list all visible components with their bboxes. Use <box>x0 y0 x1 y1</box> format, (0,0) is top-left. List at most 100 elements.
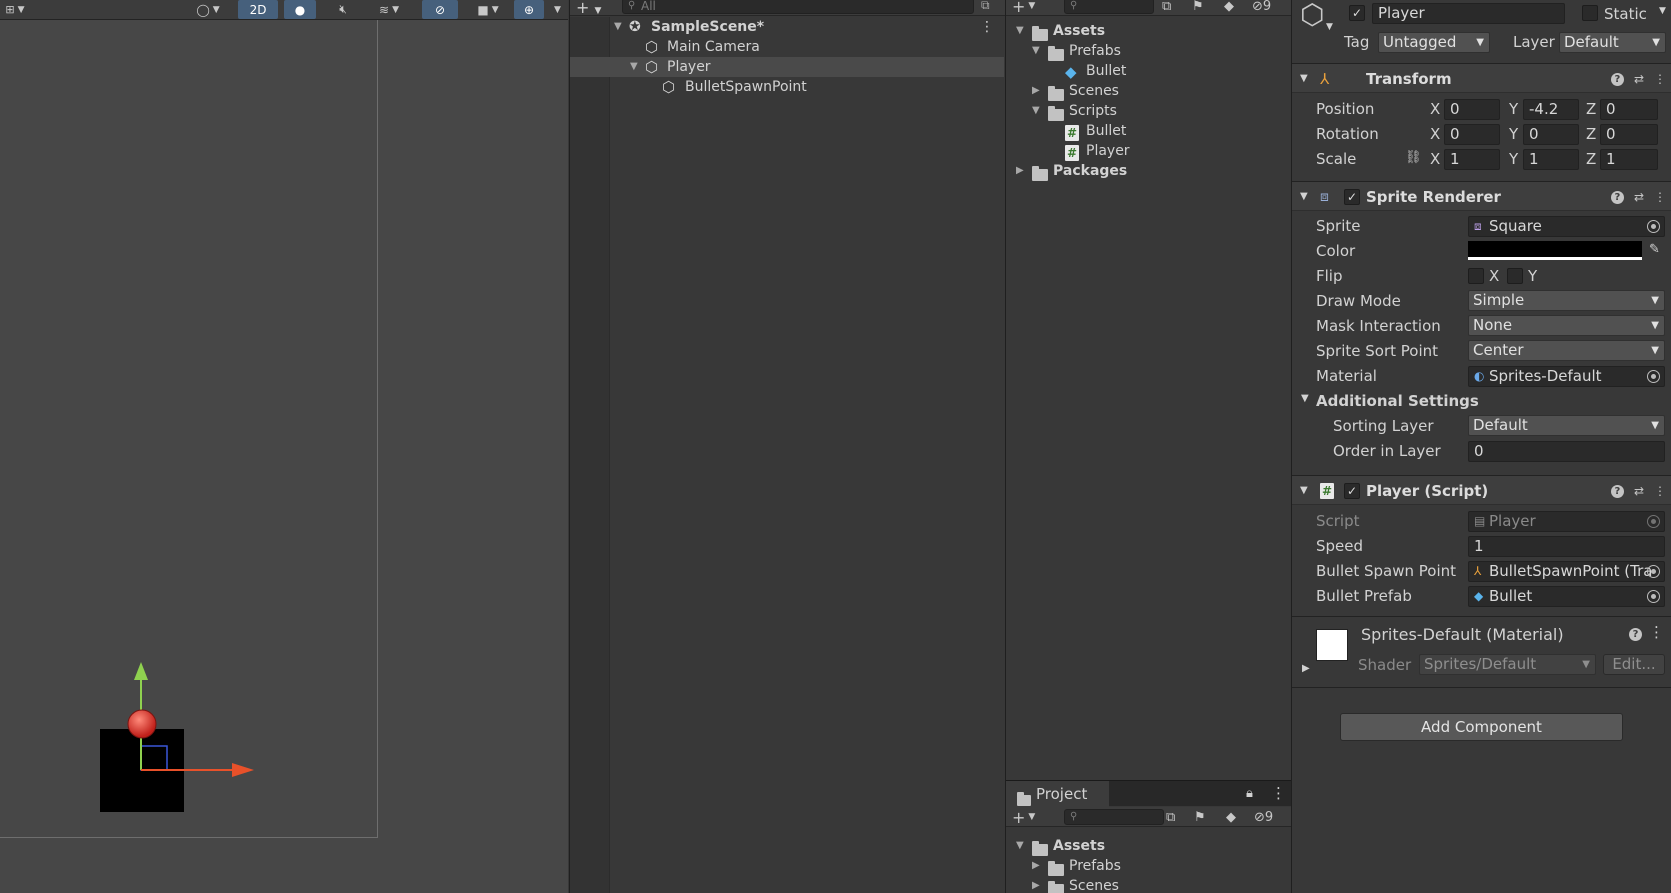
material-object-field[interactable]: ◐ Sprites-Default <box>1468 366 1665 387</box>
rotation-z-input[interactable]: 0 <box>1600 124 1658 145</box>
mask-interaction-dropdown[interactable]: None ▼ <box>1468 315 1665 336</box>
eyedropper-icon[interactable]: ✎ <box>1649 242 1660 257</box>
hierarchy-item-bulletspawnpoint[interactable]: ⬡ BulletSpawnPoint <box>570 77 1004 97</box>
edit-shader-button[interactable]: Edit... <box>1603 654 1665 675</box>
preset-icon[interactable]: ⇄ <box>1634 190 1644 204</box>
foldout-triangle-icon[interactable]: ▼ <box>1300 476 1308 506</box>
project-search-input[interactable]: ⚲ <box>1064 0 1154 14</box>
draw-mode-dropdown[interactable]: Simple ▼ <box>1468 290 1665 311</box>
project-panel-search-input[interactable]: ⚲ <box>1064 809 1164 825</box>
foldout-triangle-icon[interactable]: ▼ <box>1300 64 1308 94</box>
hierarchy-search-input[interactable]: ⚲ All <box>622 0 974 14</box>
object-picker-icon[interactable] <box>1647 370 1660 383</box>
tag-dropdown[interactable]: Untagged ▼ <box>1378 32 1490 53</box>
rotation-x-input[interactable]: 0 <box>1444 124 1500 145</box>
tag-icon[interactable]: ◆ <box>1224 0 1234 16</box>
project-item-prefabs[interactable]: ▼ Prefabs <box>1006 41 1290 61</box>
position-x-input[interactable]: 0 <box>1444 99 1500 120</box>
hierarchy-item-main-camera[interactable]: ⬡ Main Camera <box>570 37 1004 57</box>
object-name-input[interactable]: Player <box>1372 3 1565 24</box>
help-icon[interactable]: ? <box>1610 484 1624 498</box>
expand-triangle-icon[interactable]: ▶ <box>1016 161 1024 181</box>
tab-project[interactable]: Project <box>1006 781 1109 807</box>
order-in-layer-input[interactable]: 0 <box>1468 441 1665 462</box>
flip-x-checkbox[interactable] <box>1468 268 1484 284</box>
active-checkbox[interactable]: ✓ <box>1349 5 1365 21</box>
flip-y-checkbox[interactable] <box>1507 268 1523 284</box>
constrain-proportions-icon[interactable]: ⛓ <box>1405 150 1422 165</box>
preset-icon[interactable]: ⇄ <box>1634 484 1644 498</box>
sorting-layer-dropdown[interactable]: Default ▼ <box>1468 415 1665 436</box>
player-script-enabled-checkbox[interactable]: ✓ <box>1344 483 1360 499</box>
add-component-button[interactable]: Add Component <box>1340 713 1623 741</box>
transform-header[interactable]: ▼ ⅄ Transform ? ⇄ ⋮ <box>1292 63 1671 93</box>
expand-triangle-icon[interactable]: ▶ <box>1032 856 1040 876</box>
lock-icon[interactable]: 🔒︎ <box>1246 786 1253 801</box>
project-item-player-script[interactable]: # Player <box>1006 141 1290 161</box>
expand-triangle-icon[interactable]: ▶ <box>1032 876 1040 893</box>
speed-input[interactable]: 1 <box>1468 536 1665 557</box>
scale-z-input[interactable]: 1 <box>1600 149 1658 170</box>
search-by-type-icon[interactable]: ⧉ <box>1162 0 1171 16</box>
rotation-y-input[interactable]: 0 <box>1523 124 1579 145</box>
project-item-assets[interactable]: ▼ Assets <box>1006 21 1290 41</box>
player-script-header[interactable]: ▼ # ✓ Player (Script) ? ⇄ ⋮ <box>1292 475 1671 505</box>
search-by-type-icon[interactable]: ⧉ <box>1166 807 1175 827</box>
shader-dropdown[interactable]: Sprites/Default ▼ <box>1419 654 1596 675</box>
tag-icon[interactable]: ◆ <box>1226 807 1236 827</box>
layer-dropdown[interactable]: Default ▼ <box>1559 32 1666 53</box>
search-expand-icon[interactable]: ⧉ <box>981 0 990 13</box>
hidden-packages-toggle[interactable]: ⊘ 9 <box>1254 807 1273 827</box>
collapse-triangle-icon[interactable]: ▼ <box>614 17 622 37</box>
icon-dropdown-caret[interactable]: ▼ <box>1326 22 1333 32</box>
foldout-triangle-icon[interactable]: ▼ <box>1301 393 1309 404</box>
sprite-renderer-enabled-checkbox[interactable]: ✓ <box>1344 189 1360 205</box>
help-icon[interactable]: ? <box>1610 72 1624 86</box>
sprite-object-field[interactable]: ⧈ Square <box>1468 216 1665 237</box>
hierarchy-item-player[interactable]: ▼ ⬡ Player <box>570 57 1004 77</box>
scale-y-input[interactable]: 1 <box>1523 149 1579 170</box>
panel-menu-icon[interactable]: ⋮ <box>1271 784 1286 802</box>
project-item-packages[interactable]: ▶ Packages <box>1006 161 1290 181</box>
object-picker-icon[interactable] <box>1647 590 1660 603</box>
static-checkbox[interactable] <box>1582 5 1598 21</box>
hidden-packages-toggle[interactable]: ⊘ 9 <box>1252 0 1271 16</box>
help-icon[interactable]: ? <box>1629 625 1642 641</box>
component-menu-icon[interactable]: ⋮ <box>1654 484 1666 498</box>
project-item-scripts[interactable]: ▼ Scripts <box>1006 101 1290 121</box>
component-menu-icon[interactable]: ⋮ <box>1654 72 1666 86</box>
project-item-scenes[interactable]: ▶ Scenes <box>1006 81 1290 101</box>
component-menu-icon[interactable]: ⋮ <box>1654 190 1666 204</box>
project-panel-item-assets[interactable]: ▼ Assets <box>1006 836 1290 856</box>
bullet-prefab-field[interactable]: ◆ Bullet <box>1468 586 1665 607</box>
position-y-input[interactable]: -4.2 <box>1523 99 1579 120</box>
collapse-triangle-icon[interactable]: ▼ <box>1032 101 1040 121</box>
static-dropdown-caret[interactable]: ▼ <box>1659 6 1666 16</box>
object-picker-icon[interactable] <box>1647 565 1660 578</box>
bullet-spawn-point-field[interactable]: ⅄ BulletSpawnPoint (Tra <box>1468 561 1665 582</box>
collapse-triangle-icon[interactable]: ▼ <box>1016 836 1024 856</box>
expand-triangle-icon[interactable]: ▶ <box>1032 81 1040 101</box>
scale-x-input[interactable]: 1 <box>1444 149 1500 170</box>
component-menu-icon[interactable]: ⋮ <box>1649 623 1664 641</box>
foldout-triangle-icon[interactable]: ▼ <box>1300 182 1308 212</box>
scene-menu-icon[interactable]: ⋮ <box>980 17 994 37</box>
create-button[interactable]: + ▼ <box>1012 807 1035 827</box>
scene-view[interactable]: ⊞ ▼ ◯ ▼ 2D ● 🔇︎ ≋ ▼ ⊘ ■ ▼ ⊕ ▼ <box>0 0 568 893</box>
project-panel-item-scenes[interactable]: ▶ Scenes <box>1006 876 1290 893</box>
create-button[interactable]: + ▼ <box>1012 0 1035 16</box>
hierarchy-item-samplescene[interactable]: ▼ ✪ SampleScene* ⋮ <box>570 17 1004 37</box>
position-z-input[interactable]: 0 <box>1600 99 1658 120</box>
color-swatch[interactable] <box>1468 241 1642 260</box>
filter-by-label-icon[interactable]: ⚑ <box>1194 807 1206 827</box>
project-panel-item-prefabs[interactable]: ▶ Prefabs <box>1006 856 1290 876</box>
additional-settings-label[interactable]: Additional Settings <box>1316 391 1479 411</box>
help-icon[interactable]: ? <box>1610 190 1624 204</box>
object-picker-icon[interactable] <box>1647 220 1660 233</box>
collapse-triangle-icon[interactable]: ▼ <box>630 57 638 77</box>
create-button[interactable]: + ▼ <box>576 0 601 17</box>
sprite-renderer-header[interactable]: ▼ ⧈ ✓ Sprite Renderer ? ⇄ ⋮ <box>1292 181 1671 211</box>
move-gizmo[interactable] <box>0 0 568 893</box>
sprite-sort-point-dropdown[interactable]: Center ▼ <box>1468 340 1665 361</box>
foldout-triangle-icon[interactable]: ▶ <box>1302 663 1310 674</box>
